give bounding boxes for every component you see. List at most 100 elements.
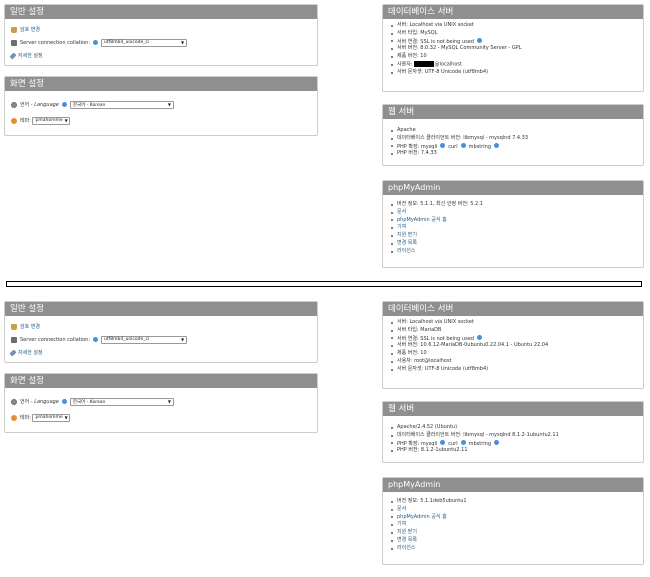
password-change-row[interactable]: 암호 변경	[11, 320, 311, 333]
help-icon[interactable]	[93, 40, 99, 45]
collation-label: Server connection collation:	[20, 39, 91, 46]
database-server-panel: 데이터베이스 서버 서버: Localhost via UNIX socket …	[382, 301, 644, 389]
help-icon[interactable]	[440, 142, 446, 148]
theme-label: 테마:	[20, 415, 31, 421]
panel-title: 웹 서버	[383, 105, 643, 119]
collation-label: Server connection collation:	[20, 336, 91, 343]
more-settings-link[interactable]: 자세한 설정	[18, 349, 43, 356]
chevron-down-icon: ▼	[167, 399, 171, 404]
language-row: 언어 - Language 한국어 - Korean ▼	[11, 395, 311, 408]
chevron-down-icon: ▼	[64, 118, 68, 123]
palette-icon	[11, 117, 17, 124]
pma-license-link[interactable]: 라이선스	[389, 545, 637, 553]
panel-title: 데이터베이스 서버	[383, 5, 643, 19]
password-change-link[interactable]: 암호 변경	[20, 323, 40, 330]
collation-select[interactable]: utf8mb4_unicode_ci ▼	[101, 335, 188, 344]
help-icon[interactable]	[93, 337, 99, 342]
password-change-row[interactable]: 암호 변경	[11, 23, 311, 36]
more-settings-link[interactable]: 자세한 설정	[18, 52, 43, 59]
panel-title: phpMyAdmin	[383, 478, 643, 492]
general-settings-panel: 일반 설정 암호 변경 Server connection collation:…	[4, 4, 318, 66]
db-server-info-item: 제품 버전: 10	[389, 350, 637, 358]
language-select[interactable]: 한국어 - Korean ▼	[69, 100, 174, 109]
more-settings-row[interactable]: 자세한 설정	[9, 346, 311, 359]
password-change-link[interactable]: 암호 변경	[20, 26, 40, 33]
panel-title: 일반 설정	[5, 302, 317, 316]
help-icon[interactable]	[61, 102, 67, 107]
pma-license-link[interactable]: 라이선스	[389, 248, 637, 256]
pma-contribute-link[interactable]: 기여	[389, 224, 637, 232]
chevron-down-icon: ▼	[167, 102, 171, 107]
pma-changelog-link[interactable]: 변경 목록	[389, 240, 637, 248]
help-icon[interactable]	[460, 439, 466, 445]
help-icon[interactable]	[476, 37, 482, 43]
lock-icon	[11, 26, 17, 33]
theme-select[interactable]: pmahomme ▼	[32, 116, 71, 125]
pma-docs-link[interactable]: 문서	[389, 506, 637, 514]
theme-select[interactable]: pmahomme ▼	[32, 413, 71, 422]
panel-title: 데이터베이스 서버	[383, 302, 643, 316]
wrench-icon	[9, 348, 17, 357]
language-label-en: Language	[34, 398, 59, 405]
web-server-panel: 웹 서버 Apache/2.4.52 (Ubuntu) 데이터베이스 클라이언트…	[382, 401, 644, 463]
chevron-down-icon: ▼	[180, 40, 185, 45]
appearance-settings-panel: 화면 설정 언어 - Language 한국어 - Korean ▼ 테마: p…	[4, 76, 318, 136]
help-icon[interactable]	[476, 334, 482, 340]
phpmyadmin-panel: phpMyAdmin 버전 정보: 5.1.1deb5ubuntu1 문서 ph…	[382, 477, 644, 565]
database-server-panel: 데이터베이스 서버 서버: Localhost via UNIX socket …	[382, 4, 644, 92]
top-screenshot: 일반 설정 암호 변경 Server connection collation:…	[0, 0, 650, 280]
theme-label: 테마:	[20, 118, 31, 124]
panel-title: 화면 설정	[5, 374, 317, 388]
phpmyadmin-panel: phpMyAdmin 버전 정보: 5.1.1, 최신 안정 버전: 5.2.1…	[382, 180, 644, 268]
web-server-info-item: Apache	[389, 127, 637, 135]
collation-row: Server connection collation: utf8mb4_uni…	[11, 36, 311, 49]
db-server-info-item: 서버 문자셋: UTF-8 Unicode (utf8mb4)	[389, 69, 637, 77]
panel-title: 화면 설정	[5, 77, 317, 91]
help-icon[interactable]	[494, 142, 500, 148]
pma-support-link[interactable]: 지원 받기	[389, 232, 637, 240]
web-server-info-item: 데이터베이스 클라이언트 버전: libmysql - mysqlnd 8.1.…	[389, 432, 637, 440]
language-label-en: Language	[34, 101, 59, 108]
help-icon[interactable]	[61, 399, 67, 404]
collation-row: Server connection collation: utf8mb4_uni…	[11, 333, 311, 346]
language-icon	[11, 398, 17, 405]
collation-icon	[11, 336, 17, 343]
db-server-user-item: 사용자: @localhost	[389, 60, 637, 69]
theme-row: 테마: pmahomme ▼	[11, 114, 311, 127]
panel-title: phpMyAdmin	[383, 181, 643, 195]
help-icon[interactable]	[460, 142, 466, 148]
web-server-info-item: PHP 버전: 8.1.2-1ubuntu2.11	[389, 447, 637, 455]
language-icon	[11, 101, 17, 108]
appearance-settings-panel: 화면 설정 언어 - Language 한국어 - Korean ▼ 테마: p…	[4, 373, 318, 433]
panel-title: 일반 설정	[5, 5, 317, 19]
chevron-down-icon: ▼	[180, 337, 185, 342]
language-label-prefix: 언어 -	[20, 399, 33, 405]
language-select[interactable]: 한국어 - Korean ▼	[69, 397, 174, 406]
comparison-divider	[6, 281, 642, 287]
db-server-info-item: 서버 타입: MariaDB	[389, 327, 637, 335]
pma-homepage-link[interactable]: phpMyAdmin 공식 홈	[389, 514, 637, 522]
pma-version-item: 버전 정보: 5.1.1deb5ubuntu1	[389, 498, 637, 506]
pma-version-item: 버전 정보: 5.1.1, 최신 안정 버전: 5.2.1	[389, 201, 637, 209]
db-server-info-item: 사용자: root@localhost	[389, 358, 637, 366]
wrench-icon	[9, 51, 17, 60]
pma-changelog-link[interactable]: 변경 목록	[389, 537, 637, 545]
more-settings-row[interactable]: 자세한 설정	[9, 49, 311, 62]
redaction-box	[413, 60, 434, 67]
help-icon[interactable]	[440, 439, 446, 445]
general-settings-panel: 일반 설정 암호 변경 Server connection collation:…	[4, 301, 318, 363]
help-icon[interactable]	[494, 439, 500, 445]
palette-icon	[11, 414, 17, 421]
db-server-info-item: 서버 문자셋: UTF-8 Unicode (utf8mb4)	[389, 366, 637, 374]
pma-docs-link[interactable]: 문서	[389, 209, 637, 217]
lock-icon	[11, 323, 17, 330]
web-server-info-item: Apache/2.4.52 (Ubuntu)	[389, 424, 637, 432]
theme-row: 테마: pmahomme ▼	[11, 411, 311, 424]
collation-select[interactable]: utf8mb4_unicode_ci ▼	[101, 38, 188, 47]
pma-homepage-link[interactable]: phpMyAdmin 공식 홈	[389, 217, 637, 225]
collation-icon	[11, 39, 17, 46]
pma-contribute-link[interactable]: 기여	[389, 521, 637, 529]
web-server-info-item: PHP 버전: 7.4.33	[389, 150, 637, 158]
pma-support-link[interactable]: 지원 받기	[389, 529, 637, 537]
language-row: 언어 - Language 한국어 - Korean ▼	[11, 98, 311, 111]
